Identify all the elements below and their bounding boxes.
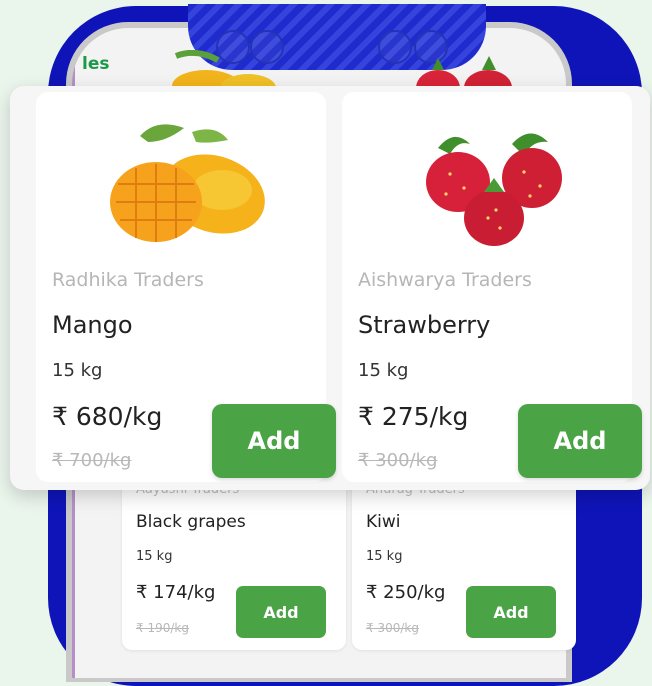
product-name: Kiwi	[366, 512, 401, 532]
product-card[interactable]: Anurag Traders Kiwi 15 kg ₹ 250/kg ₹ 300…	[352, 470, 576, 650]
mango-image	[110, 124, 265, 242]
original-price: ₹ 300/kg	[358, 450, 438, 471]
seller-name: Aishwarya Traders	[358, 269, 532, 291]
add-button[interactable]: Add	[236, 586, 326, 638]
strawberry-image-top	[416, 56, 512, 90]
product-price: ₹ 174/kg	[136, 582, 216, 603]
section-tag: les	[82, 54, 110, 74]
product-quantity: 15 kg	[358, 360, 409, 381]
original-price: ₹ 700/kg	[52, 450, 132, 471]
original-price: ₹ 300/kg	[366, 621, 419, 635]
product-card[interactable]: Aayushi Traders Black grapes 15 kg ₹ 174…	[122, 470, 346, 650]
seller-name: Radhika Traders	[52, 269, 204, 291]
product-name: Mango	[52, 311, 133, 339]
product-price: ₹ 250/kg	[366, 582, 446, 603]
add-button[interactable]: Add	[518, 404, 642, 478]
product-price: ₹ 275/kg	[358, 402, 469, 431]
camera-icon	[378, 30, 412, 64]
product-quantity: 15 kg	[136, 549, 173, 564]
featured-products-panel: Radhika Traders Mango 15 kg ₹ 680/kg ₹ 7…	[10, 86, 650, 490]
product-quantity: 15 kg	[366, 549, 403, 564]
product-card[interactable]: Radhika Traders Mango 15 kg ₹ 680/kg ₹ 7…	[36, 92, 336, 482]
strawberry-image	[426, 133, 562, 246]
product-name: Strawberry	[358, 311, 491, 339]
product-price: ₹ 680/kg	[52, 402, 163, 431]
product-card[interactable]: Aishwarya Traders Strawberry 15 kg ₹ 275…	[342, 92, 642, 482]
product-quantity: 15 kg	[52, 360, 103, 381]
mango-image-top	[172, 50, 276, 90]
original-price: ₹ 190/kg	[136, 621, 189, 635]
product-name: Black grapes	[136, 512, 246, 532]
add-button[interactable]: Add	[212, 404, 336, 478]
add-button[interactable]: Add	[466, 586, 556, 638]
